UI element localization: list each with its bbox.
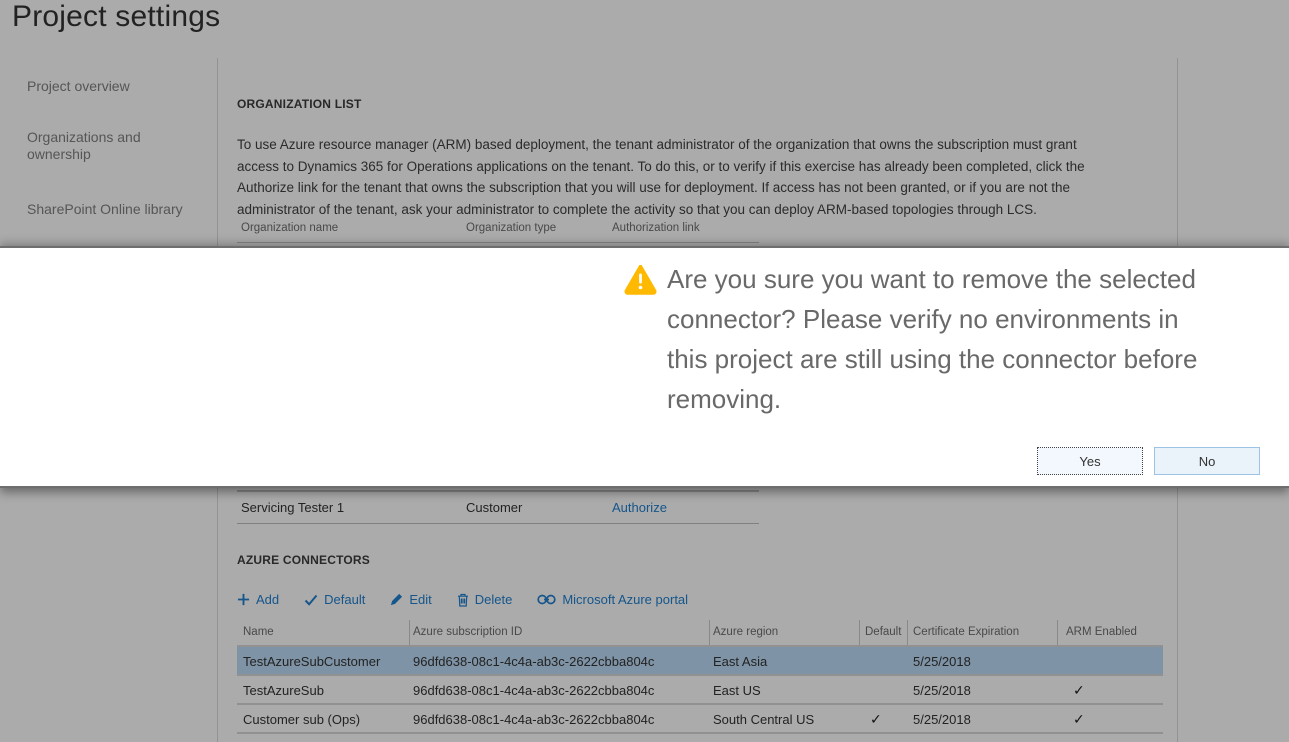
project-settings-page: Project settings Project overviewOrganiz… <box>0 0 1289 742</box>
warning-triangle-icon <box>624 265 657 295</box>
dialog-message: Are you sure you want to remove the sele… <box>667 259 1223 419</box>
no-button[interactable]: No <box>1154 447 1260 475</box>
yes-button[interactable]: Yes <box>1037 447 1143 475</box>
confirm-remove-connector-dialog: Are you sure you want to remove the sele… <box>0 246 1289 488</box>
dialog-buttons: Yes No <box>1037 447 1260 475</box>
